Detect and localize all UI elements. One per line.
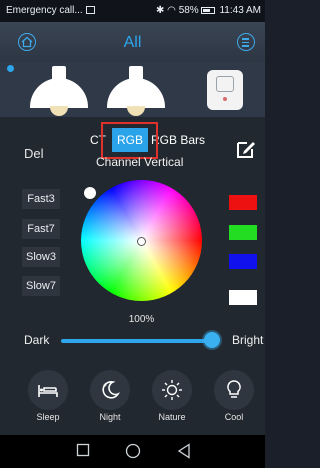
system-nav-bar xyxy=(0,435,265,468)
moon-icon xyxy=(90,370,130,410)
slider-min-label: Dark xyxy=(24,333,50,347)
bulb-icon xyxy=(214,370,254,410)
brightness-slider-thumb[interactable] xyxy=(203,332,220,348)
wifi-icon: ◠ xyxy=(167,5,176,16)
scene-label: Night xyxy=(99,412,121,422)
edit-icon[interactable] xyxy=(236,139,256,164)
slider-max-label: Bright xyxy=(232,333,264,347)
back-icon[interactable] xyxy=(177,443,191,464)
battery-icon xyxy=(200,7,215,14)
brightness-percent: 100% xyxy=(128,314,155,325)
selection-highlight xyxy=(101,122,158,159)
bluetooth-icon: ✱ xyxy=(156,5,165,16)
notification-text: Emergency call... xyxy=(6,5,83,16)
speed-slow7-button[interactable]: Slow7 xyxy=(22,276,60,296)
scene-label: Sleep xyxy=(36,412,60,422)
menu-icon[interactable] xyxy=(237,33,255,51)
device-plug[interactable] xyxy=(207,70,243,110)
swatch-green[interactable] xyxy=(229,225,257,240)
speed-fast7-button[interactable]: Fast7 xyxy=(22,219,60,239)
tab-rgb-bars[interactable]: RGB Bars xyxy=(151,128,207,152)
swatch-white[interactable] xyxy=(229,290,257,305)
scene-sleep[interactable]: Sleep xyxy=(25,370,71,422)
sun-icon xyxy=(152,370,192,410)
speed-slow3-button[interactable]: Slow3 xyxy=(22,247,60,267)
white-preset-dot[interactable] xyxy=(84,187,96,199)
home-nav-icon[interactable] xyxy=(125,443,141,464)
bed-icon xyxy=(28,370,68,410)
color-wheel-cursor[interactable] xyxy=(137,237,146,246)
swatch-blue[interactable] xyxy=(229,254,257,269)
status-right: ✱ ◠ 58% 11:43 AM xyxy=(156,5,261,16)
battery-percent: 58% xyxy=(178,5,199,16)
scene-label: Nature xyxy=(158,412,186,422)
scene-night[interactable]: Night xyxy=(87,370,133,422)
image-notification-icon xyxy=(85,6,95,14)
selected-indicator xyxy=(7,65,14,72)
page-title: All xyxy=(123,34,142,51)
app-header: All xyxy=(0,22,265,62)
device-strip xyxy=(0,62,265,117)
scene-label: Cool xyxy=(224,412,244,422)
status-left: Emergency call... xyxy=(6,5,95,16)
scene-cool[interactable]: Cool xyxy=(211,370,257,422)
status-bar: Emergency call... ✱ ◠ 58% 11:43 AM xyxy=(0,0,265,22)
brightness-slider-track[interactable] xyxy=(61,339,218,343)
sub-mode-options[interactable]: Channel Vertical xyxy=(96,155,183,169)
scene-nature[interactable]: Nature xyxy=(149,370,195,422)
delete-button[interactable]: Del xyxy=(24,146,44,161)
clock: 11:43 AM xyxy=(219,5,261,16)
device-bulb-2[interactable] xyxy=(107,62,165,117)
device-bulb-1[interactable] xyxy=(30,62,88,117)
speed-fast3-button[interactable]: Fast3 xyxy=(22,189,60,209)
recents-icon[interactable] xyxy=(76,443,90,462)
swatch-red[interactable] xyxy=(229,195,257,210)
